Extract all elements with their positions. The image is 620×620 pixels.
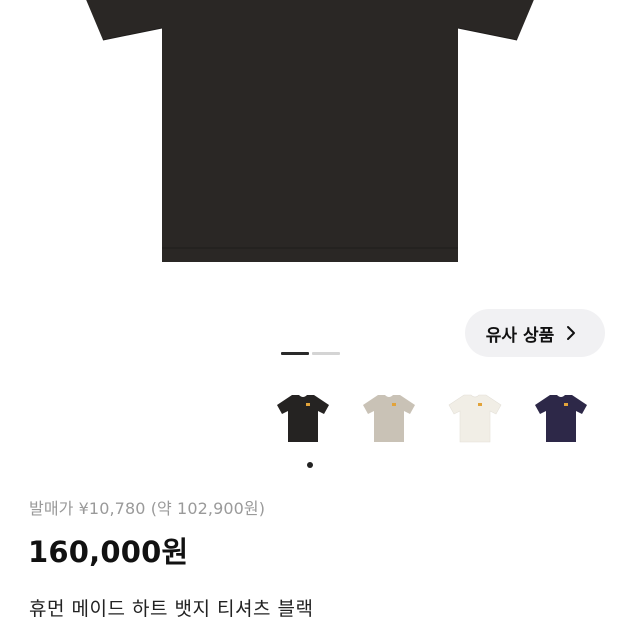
swatch-navy[interactable]: [528, 385, 594, 451]
black-tshirt-image: [86, 0, 534, 262]
white-tshirt-thumbnail: [448, 394, 502, 443]
pager-segment-1: [281, 352, 309, 355]
navy-tshirt-thumbnail: [535, 395, 587, 442]
product-image[interactable]: [0, 0, 620, 300]
swatch-beige[interactable]: [356, 385, 422, 451]
beige-tshirt-thumbnail: [363, 395, 415, 442]
current-price: 160,000원: [28, 535, 189, 569]
release-price: 발매가 ¥10,780 (약 102,900원): [29, 499, 266, 518]
selected-swatch-indicator: [307, 462, 313, 468]
black-tshirt-thumbnail: [277, 395, 329, 442]
product-title: 휴먼 메이드 하트 뱃지 티셔츠 블랙: [29, 598, 314, 620]
pager-segment-2: [312, 352, 340, 355]
image-pager: [281, 352, 340, 355]
swatch-white[interactable]: [442, 385, 508, 451]
swatch-black[interactable]: [270, 385, 336, 451]
color-swatches: [270, 385, 594, 451]
similar-products-label: 유사 상품: [485, 325, 555, 346]
similar-products-button[interactable]: 유사 상품: [465, 309, 605, 357]
chevron-right-icon: [567, 326, 576, 340]
product-page: 유사 상품 발매가 ¥10,780 (약 102,900원) 160,000원 …: [0, 0, 620, 620]
